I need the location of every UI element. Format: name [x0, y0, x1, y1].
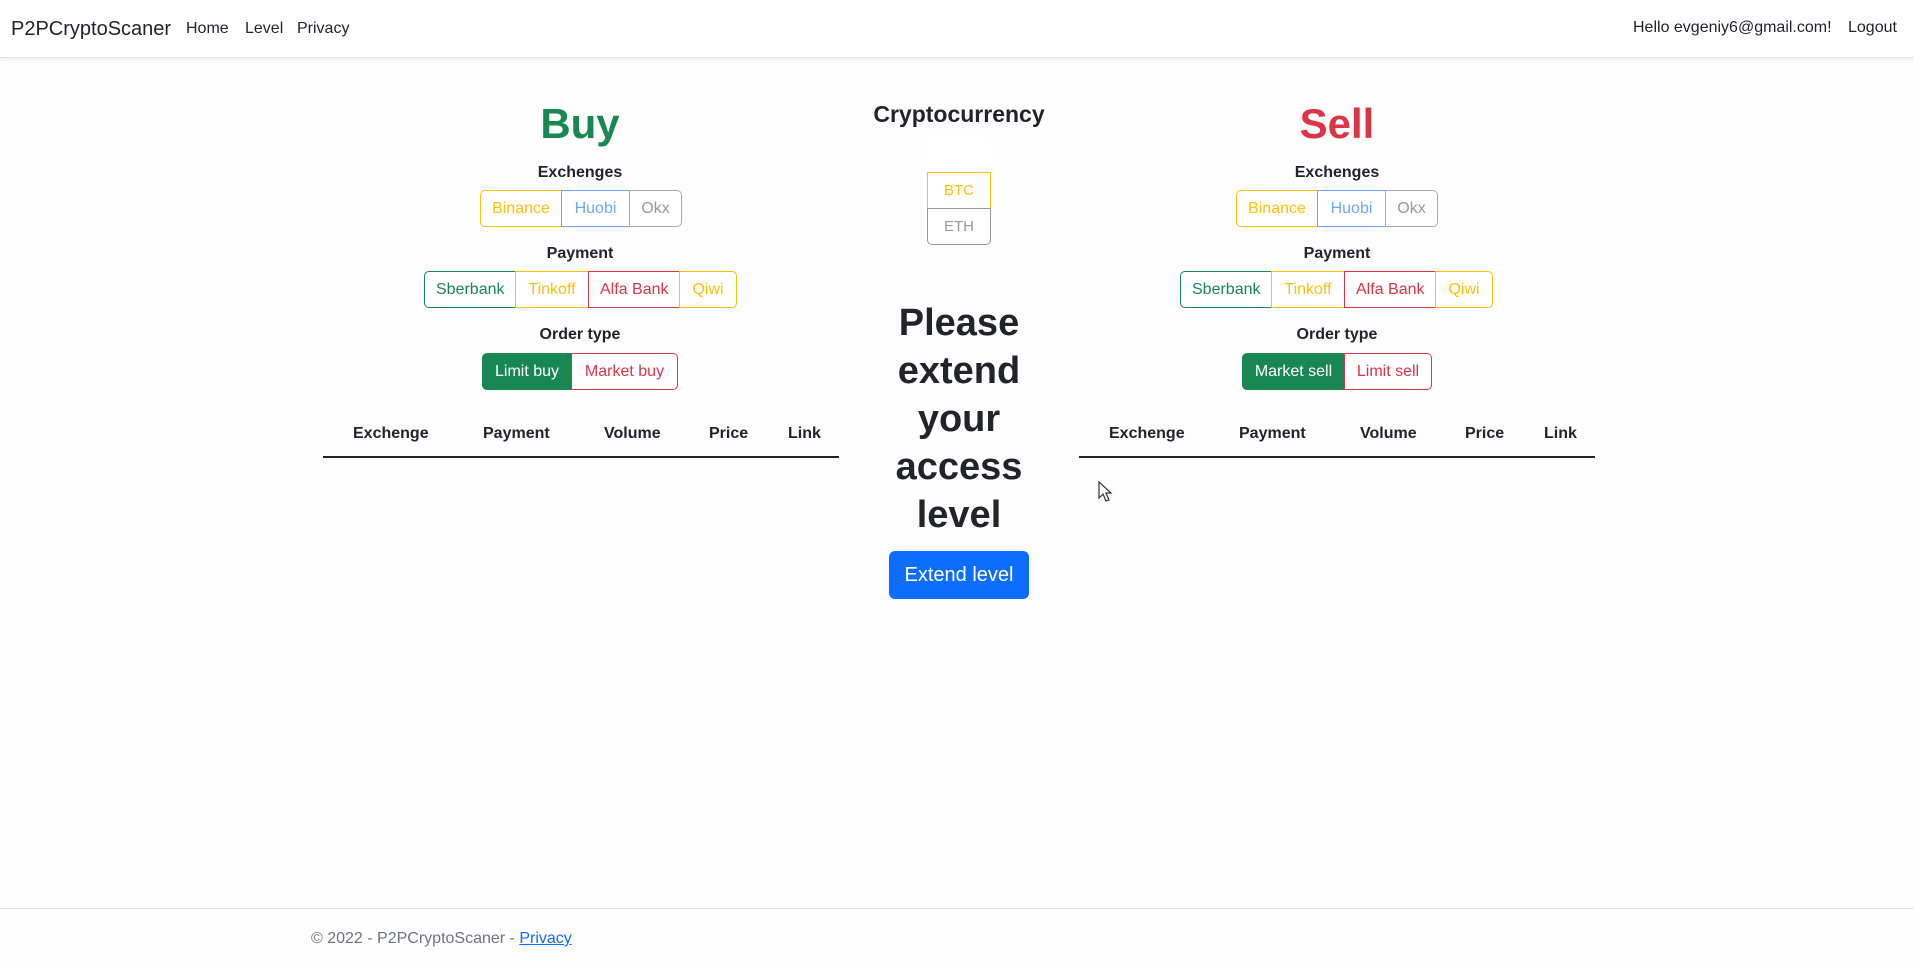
buy-payment-group: Sberbank Tinkoff Alfa Bank Qiwi: [424, 271, 737, 308]
sell-exchange-binance[interactable]: Binance: [1236, 190, 1318, 227]
sell-table-header: Exchenge Payment Volume Price Link: [1079, 416, 1595, 458]
notice-line-2: extend: [897, 350, 1021, 392]
buy-th-volume: Volume: [604, 425, 661, 442]
sell-th-payment: Payment: [1239, 425, 1306, 442]
crypto-option-eth[interactable]: ETH: [927, 208, 991, 245]
buy-payment-alfa-bank[interactable]: Alfa Bank: [588, 271, 680, 308]
sell-exchange-huobi[interactable]: Huobi: [1317, 190, 1386, 227]
notice-line-1: Please: [898, 302, 1020, 344]
brand-link[interactable]: P2PCryptoScaner: [11, 18, 171, 41]
sell-order-market-sell[interactable]: Market sell: [1242, 353, 1345, 390]
buy-payment-tinkoff[interactable]: Tinkoff: [515, 271, 589, 308]
extend-notice: Please extend your access level: [859, 299, 1059, 539]
footer-copyright: © 2022 - P2PCryptoScaner -: [311, 930, 520, 947]
sell-payment-label: Payment: [1303, 245, 1371, 262]
footer-privacy-link[interactable]: Privacy: [519, 930, 571, 947]
footer-text: © 2022 - P2PCryptoScaner - Privacy: [311, 930, 572, 948]
sell-payment-alfa-bank[interactable]: Alfa Bank: [1344, 271, 1436, 308]
user-greeting-link[interactable]: Hello evgeniy6@gmail.com!: [1633, 19, 1832, 37]
sell-payment-group: Sberbank Tinkoff Alfa Bank Qiwi: [1180, 271, 1493, 308]
sell-th-price: Price: [1465, 425, 1505, 442]
buy-th-exchenge: Exchenge: [353, 425, 429, 442]
buy-title: Buy: [540, 100, 620, 147]
buy-order-market-buy[interactable]: Market buy: [571, 353, 678, 390]
buy-exchanges-group: Binance Huobi Okx: [480, 190, 682, 227]
sell-exchanges-group: Binance Huobi Okx: [1236, 190, 1438, 227]
extend-level-button[interactable]: Extend level: [889, 551, 1029, 599]
sell-title: Sell: [1299, 100, 1375, 147]
sell-th-exchenge: Exchenge: [1109, 425, 1185, 442]
buy-payment-qiwi[interactable]: Qiwi: [679, 271, 737, 308]
navbar: P2PCryptoScaner Home Level Privacy Hello…: [0, 0, 1914, 58]
nav-link-level[interactable]: Level: [245, 20, 283, 38]
buy-order-type-group: Limit buy Market buy: [482, 353, 678, 390]
buy-th-link: Link: [788, 425, 821, 442]
crypto-title: Cryptocurrency: [873, 101, 1045, 127]
sell-order-type-group: Market sell Limit sell: [1242, 353, 1432, 390]
buy-table-header: Exchenge Payment Volume Price Link: [323, 416, 839, 458]
buy-payment-sberbank[interactable]: Sberbank: [424, 271, 516, 308]
buy-order-type-label: Order type: [539, 326, 621, 343]
sell-exchanges-label: Exchenges: [1294, 164, 1380, 181]
sell-th-link: Link: [1544, 425, 1577, 442]
buy-exchange-binance[interactable]: Binance: [480, 190, 562, 227]
sell-payment-qiwi[interactable]: Qiwi: [1435, 271, 1493, 308]
buy-order-limit-buy[interactable]: Limit buy: [482, 353, 572, 390]
sell-exchange-okx[interactable]: Okx: [1385, 190, 1438, 227]
nav-link-home[interactable]: Home: [186, 20, 229, 38]
notice-line-5: level: [916, 494, 1002, 536]
buy-th-price: Price: [709, 425, 749, 442]
buy-payment-label: Payment: [546, 245, 614, 262]
sell-payment-sberbank[interactable]: Sberbank: [1180, 271, 1272, 308]
buy-th-payment: Payment: [483, 425, 550, 442]
nav-link-privacy[interactable]: Privacy: [297, 20, 349, 38]
crypto-selector: USDT BTC ETH: [927, 136, 991, 245]
buy-exchanges-label: Exchenges: [537, 164, 623, 181]
footer: © 2022 - P2PCryptoScaner - Privacy: [0, 908, 1914, 969]
crypto-option-btc[interactable]: BTC: [927, 172, 991, 209]
buy-exchange-okx[interactable]: Okx: [629, 190, 682, 227]
sell-order-type-label: Order type: [1296, 326, 1378, 343]
crypto-option-usdt[interactable]: USDT: [927, 136, 991, 173]
buy-exchange-huobi[interactable]: Huobi: [561, 190, 630, 227]
mouse-cursor-icon: [1098, 481, 1113, 502]
sell-payment-tinkoff[interactable]: Tinkoff: [1271, 271, 1345, 308]
sell-order-limit-sell[interactable]: Limit sell: [1344, 353, 1432, 390]
notice-line-3: your: [917, 398, 1001, 440]
sell-th-volume: Volume: [1360, 425, 1417, 442]
logout-button[interactable]: Logout: [1848, 19, 1897, 37]
notice-line-4: access: [895, 446, 1023, 488]
